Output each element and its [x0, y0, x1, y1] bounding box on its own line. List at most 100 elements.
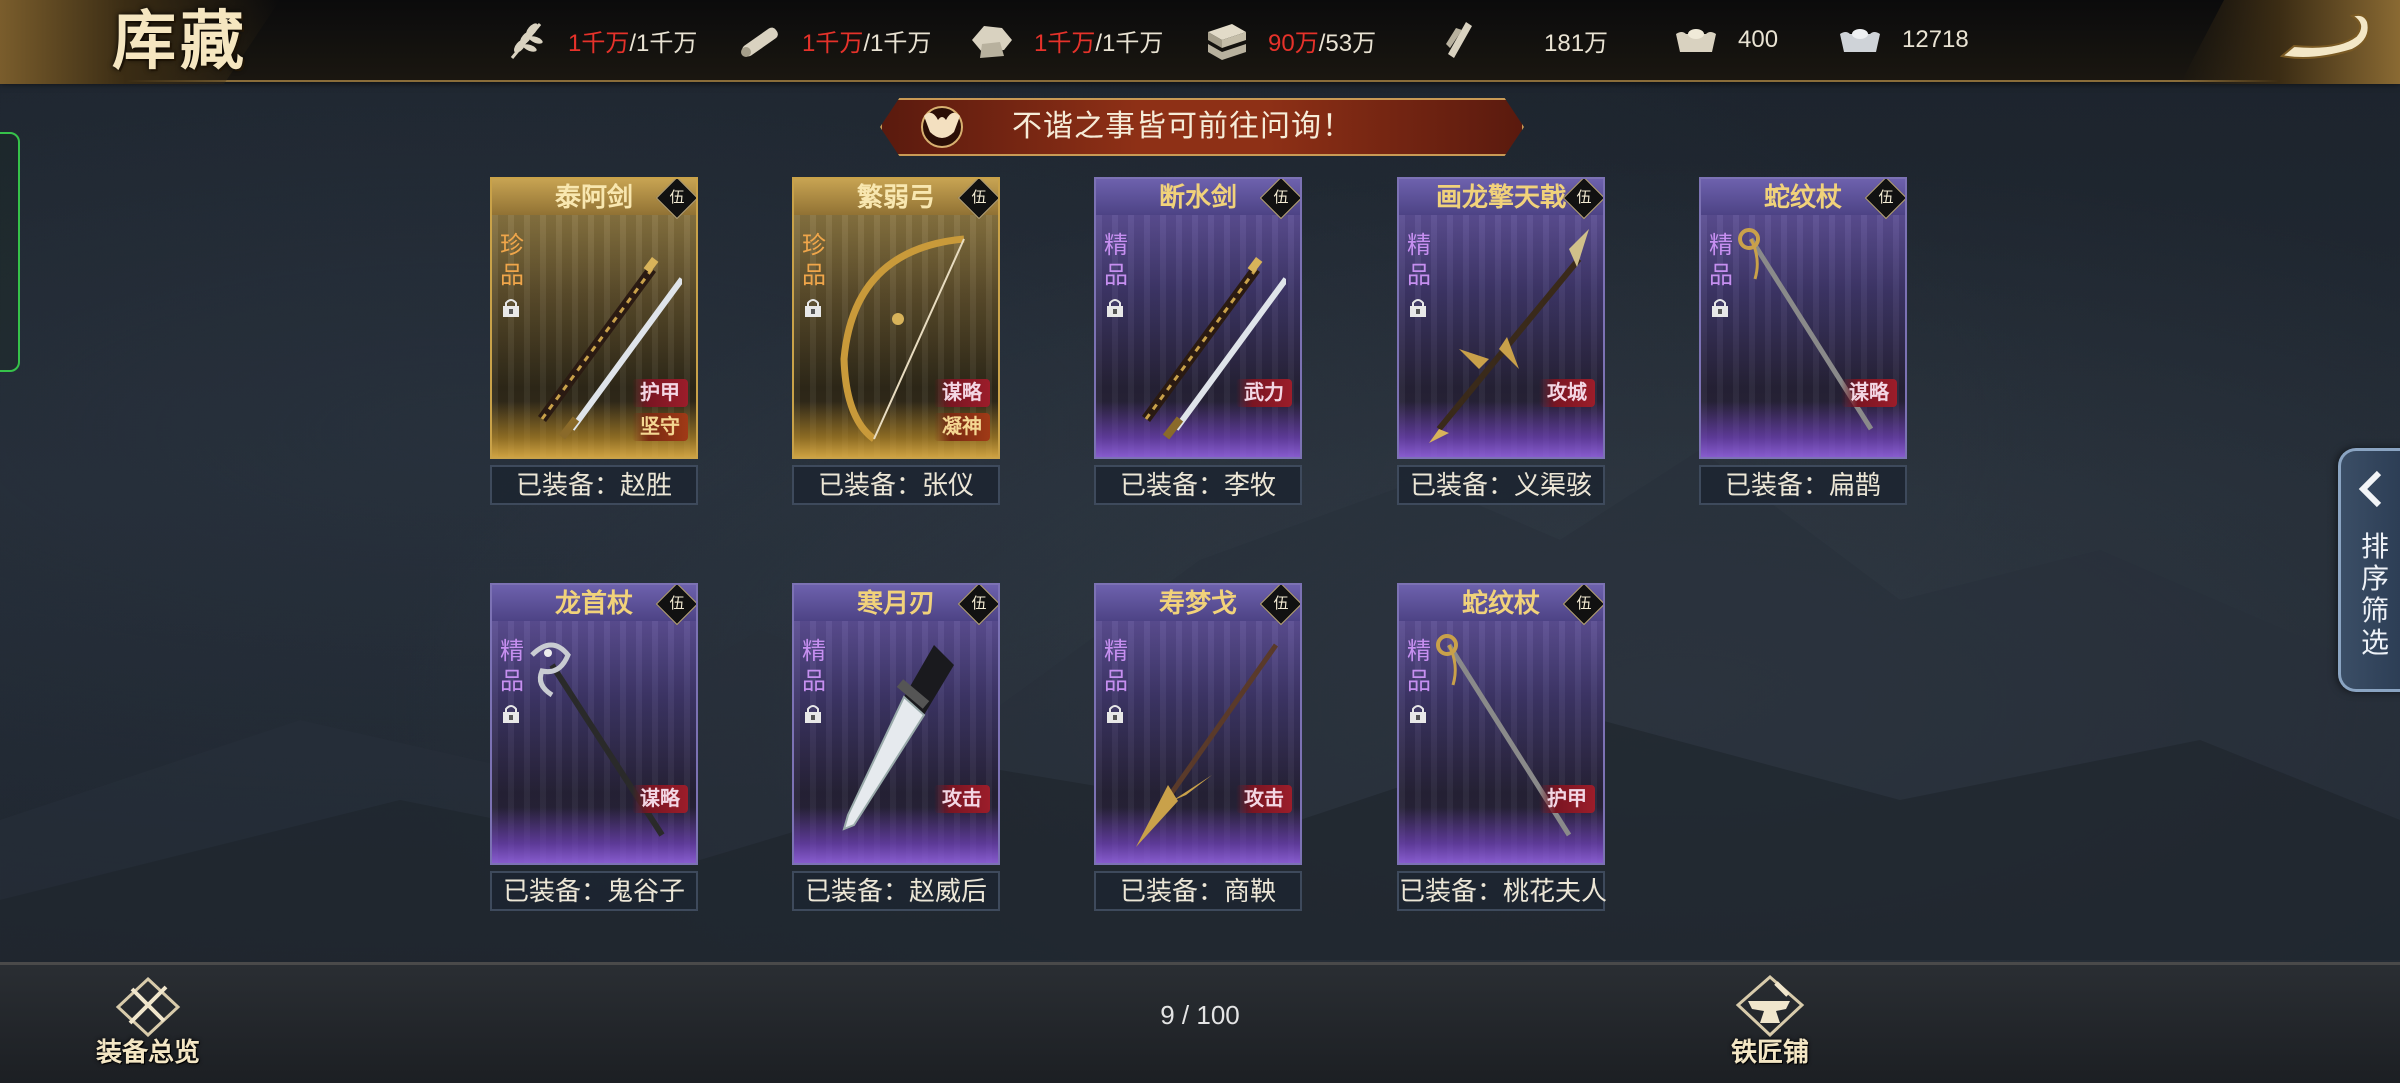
equipped-by-label: 已装备：商鞅	[1094, 871, 1302, 911]
lock-icon	[1104, 297, 1126, 319]
attribute-tag: 谋略	[632, 785, 688, 813]
staff-icon	[1721, 219, 1891, 449]
iron-current: 90万	[1268, 29, 1319, 57]
resource-iron[interactable]: 90万/53万	[1202, 16, 1376, 64]
lock-icon	[802, 297, 824, 319]
resource-grain[interactable]: 1千万/1千万	[502, 16, 697, 64]
equipment-card[interactable]: 蛇纹杖伍精品 谋略	[1699, 177, 1907, 459]
equipment-card-wrap: 寿梦戈伍精品 攻击已装备：商鞅	[1094, 583, 1302, 911]
smithy-label: 铁匠铺	[1730, 1038, 1809, 1068]
quality-label: 精品	[500, 638, 524, 695]
staff-icon	[1419, 625, 1589, 855]
quality-label: 精品	[802, 638, 826, 695]
smithy-button[interactable]: 铁匠铺	[1700, 975, 1840, 1075]
stone-current: 1千万	[1034, 29, 1096, 57]
rank-label: 伍	[1576, 189, 1592, 206]
quality-label: 精品	[1709, 232, 1733, 289]
rank-label: 伍	[669, 595, 685, 612]
chevron-left-icon	[2358, 470, 2382, 508]
quality-label: 精品	[1407, 232, 1431, 289]
quality-label: 精品	[1104, 232, 1128, 289]
iron-icon	[1208, 24, 1246, 60]
page-title: 库藏	[112, 4, 248, 79]
attribute-tag: 护甲	[1539, 785, 1595, 813]
equipment-card-wrap: 蛇纹杖伍精品 谋略 已装备：扁鹊	[1699, 177, 1907, 505]
attribute-tag: 攻城	[1539, 379, 1595, 407]
rank-label: 伍	[1273, 595, 1289, 612]
sort-filter-tab[interactable]: 排序筛选	[2338, 448, 2400, 692]
quality-label: 精品	[1407, 638, 1431, 695]
hint-banner[interactable]: 不谐之事皆可前往问询！	[880, 98, 1524, 156]
lock-icon	[1104, 703, 1126, 725]
attribute-tag: 凝神	[934, 413, 990, 441]
rank-label: 伍	[971, 189, 987, 206]
equipped-by-label: 已装备：赵威后	[792, 871, 1000, 911]
equipped-by-label: 已装备：张仪	[792, 465, 1000, 505]
gold-ingot-icon	[1676, 29, 1716, 52]
gold-ingot-value: 400	[1738, 26, 1779, 53]
dragon-staff-icon	[512, 625, 682, 855]
stone-max: /1千万	[1095, 29, 1164, 57]
equipment-card[interactable]: 繁弱弓伍珍品 谋略 凝神	[792, 177, 1000, 459]
equipment-card[interactable]: 断水剑伍精品 武力	[1094, 177, 1302, 459]
equipment-overview-label: 装备总览	[95, 1038, 200, 1068]
equipment-card[interactable]: 寿梦戈伍精品 攻击	[1094, 583, 1302, 865]
rank-label: 伍	[1576, 595, 1592, 612]
resource-recruit[interactable]: 181万	[1436, 16, 1608, 64]
equipped-by-label: 已装备：李牧	[1094, 465, 1302, 505]
banner-text: 不谐之事皆可前往问询！	[1012, 110, 1353, 143]
equipment-card[interactable]: 龙首杖伍精品 谋略	[490, 583, 698, 865]
attribute-tag: 武力	[1236, 379, 1292, 407]
rank-label: 伍	[971, 595, 987, 612]
grain-icon	[510, 23, 543, 59]
iron-max: /53万	[1318, 29, 1377, 57]
lock-icon	[1407, 703, 1429, 725]
blade-icon	[814, 625, 984, 855]
equipment-card[interactable]: 泰阿剑伍珍品 护甲 坚守	[490, 177, 698, 459]
equipment-card-wrap: 泰阿剑伍珍品 护甲 坚守 已装备：赵胜	[490, 177, 698, 505]
equipment-card[interactable]: 寒月刃伍精品 攻击	[792, 583, 1000, 865]
lock-icon	[1407, 297, 1429, 319]
grain-max: /1千万	[629, 29, 698, 57]
resource-stone[interactable]: 1千万/1千万	[968, 16, 1163, 64]
silver-ingot-icon	[1840, 29, 1880, 52]
lock-icon	[802, 703, 824, 725]
equipment-card-wrap: 画龙擎天戟伍精品 攻城 已装备：义渠骇	[1397, 177, 1605, 505]
equipped-by-label: 已装备：桃花夫人	[1397, 871, 1607, 911]
rank-label: 伍	[1878, 189, 1894, 206]
recruit-icon	[1446, 22, 1472, 58]
resource-wood[interactable]: 1千万/1千万	[736, 16, 931, 64]
sword-pair-icon	[1116, 219, 1289, 449]
equipped-by-label: 已装备：鬼谷子	[490, 871, 698, 911]
recruit-value: 181万	[1544, 29, 1609, 57]
equipped-by-label: 已装备：义渠骇	[1397, 465, 1605, 505]
crossed-weapons-icon	[115, 976, 181, 1037]
attribute-tag: 护甲	[632, 379, 688, 407]
halberd-icon	[1419, 219, 1589, 449]
equipped-by-label: 已装备：扁鹊	[1699, 465, 1907, 505]
side-drawer-handle[interactable]	[0, 132, 20, 372]
quality-label: 珍品	[500, 232, 524, 289]
page-count: 9 / 100	[1160, 1000, 1240, 1030]
rank-label: 伍	[1273, 189, 1289, 206]
equipment-card-wrap: 龙首杖伍精品 谋略 已装备：鬼谷子	[490, 583, 698, 911]
back-icon[interactable]	[2272, 10, 2382, 68]
resource-gold-ingot[interactable]: 400	[1672, 16, 1778, 64]
equipment-overview-button[interactable]: 装备总览	[78, 975, 218, 1075]
equipment-card-wrap: 蛇纹杖伍精品 护甲 已装备：桃花夫人	[1397, 583, 1607, 911]
quality-label: 珍品	[802, 232, 826, 289]
wood-icon	[741, 27, 778, 57]
equipment-card-wrap: 寒月刃伍精品 攻击 已装备：赵威后	[792, 583, 1000, 911]
wood-max: /1千万	[863, 29, 932, 57]
top-bar: 库藏 1千万/1千万 1千万/1千万 1千万/1千万 90万/53万 181万 …	[0, 0, 2400, 84]
attribute-tag: 谋略	[1841, 379, 1897, 407]
equipment-card[interactable]: 画龙擎天戟伍精品 攻城	[1397, 177, 1605, 459]
attribute-tag: 攻击	[934, 785, 990, 813]
resource-silver-ingot[interactable]: 12718	[1836, 16, 1969, 64]
equipment-card[interactable]: 蛇纹杖伍精品 护甲	[1397, 583, 1605, 865]
grain-current: 1千万	[568, 29, 630, 57]
sort-filter-label: 排序筛选	[2360, 531, 2389, 658]
equipment-card-wrap: 断水剑伍精品 武力 已装备：李牧	[1094, 177, 1302, 505]
equipment-card-wrap: 繁弱弓伍珍品 谋略 凝神 已装备：张仪	[792, 177, 1000, 505]
attribute-tag: 坚守	[632, 413, 688, 441]
